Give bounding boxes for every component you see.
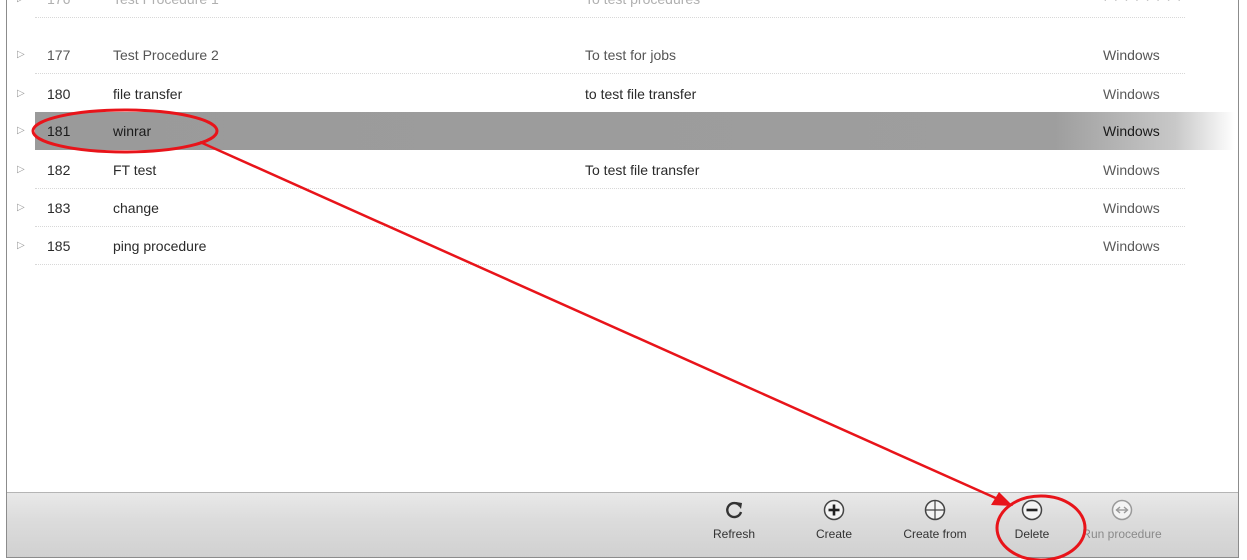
procedure-id: 180 (47, 86, 71, 102)
procedure-os: Windows (1103, 200, 1160, 216)
delete-button[interactable]: Delete (987, 499, 1077, 541)
procedure-os: · · · · · · · · (1103, 0, 1183, 18)
refresh-label: Refresh (712, 527, 756, 541)
expand-arrow-icon[interactable]: ▷ (17, 0, 25, 18)
plus-circle-icon (823, 499, 845, 521)
procedure-os: Windows (1103, 123, 1160, 139)
arrow-circle-icon (1111, 499, 1133, 521)
procedure-description: to test file transfer (585, 86, 697, 102)
expand-arrow-icon[interactable]: ▷ (17, 75, 25, 113)
expand-arrow-icon[interactable]: ▷ (17, 112, 25, 150)
procedure-description: To test procedures (585, 0, 700, 18)
procedure-name: Test Procedure 1 (113, 0, 219, 18)
procedure-os: Windows (1103, 86, 1160, 102)
procedure-os: Windows (1103, 238, 1160, 254)
table-row[interactable]: ▷ 183 change Windows (17, 189, 1185, 227)
run-procedure-button[interactable]: Run procedure (1077, 499, 1167, 541)
procedure-id: 177 (47, 47, 71, 63)
table-row[interactable]: ▷ 182 FT test To test file transfer Wind… (17, 151, 1185, 189)
table-row-selected[interactable]: ▷ 181 winrar Windows (17, 112, 1235, 150)
minus-circle-icon (1021, 499, 1043, 521)
refresh-button[interactable]: Refresh (689, 499, 779, 541)
delete-label: Delete (1014, 527, 1050, 541)
create-label: Create (815, 527, 853, 541)
expand-arrow-icon[interactable]: ▷ (17, 189, 25, 227)
procedures-grid: ▷ 176 Test Procedure 1 To test procedure… (7, 0, 1238, 492)
procedure-name: Test Procedure 2 (113, 47, 219, 63)
create-from-button[interactable]: Create from (890, 499, 980, 541)
procedure-name: ping procedure (113, 238, 207, 254)
procedure-id: 181 (47, 123, 71, 139)
procedure-id: 183 (47, 200, 71, 216)
expand-arrow-icon[interactable]: ▷ (17, 227, 25, 265)
table-row[interactable]: ▷ 177 Test Procedure 2 To test for jobs … (17, 36, 1185, 74)
procedure-id: 185 (47, 238, 71, 254)
procedures-toolbar: Refresh Create Create from Delete Run pr… (7, 492, 1238, 557)
procedure-description: To test file transfer (585, 162, 700, 178)
procedure-name: FT test (113, 162, 157, 178)
create-from-label: Create from (903, 527, 967, 541)
create-button[interactable]: Create (789, 499, 879, 541)
expand-arrow-icon[interactable]: ▷ (17, 151, 25, 189)
procedure-name: file transfer (113, 86, 183, 102)
procedures-panel: ▷ 176 Test Procedure 1 To test procedure… (6, 0, 1239, 558)
procedure-os: Windows (1103, 162, 1160, 178)
procedure-name: change (113, 200, 159, 216)
run-procedure-label: Run procedure (1082, 527, 1162, 541)
crosshair-circle-icon (924, 499, 946, 521)
table-row[interactable]: ▷ 176 Test Procedure 1 To test procedure… (17, 0, 1185, 18)
procedure-id: 182 (47, 162, 71, 178)
refresh-icon (726, 501, 743, 519)
table-row[interactable]: ▷ 185 ping procedure Windows (17, 227, 1185, 265)
procedure-description: To test for jobs (585, 47, 677, 63)
procedure-id: 176 (47, 0, 70, 18)
procedure-os: Windows (1103, 47, 1160, 63)
procedure-name: winrar (113, 123, 152, 139)
expand-arrow-icon[interactable]: ▷ (17, 36, 25, 74)
table-row[interactable]: ▷ 180 file transfer to test file transfe… (17, 75, 1185, 113)
